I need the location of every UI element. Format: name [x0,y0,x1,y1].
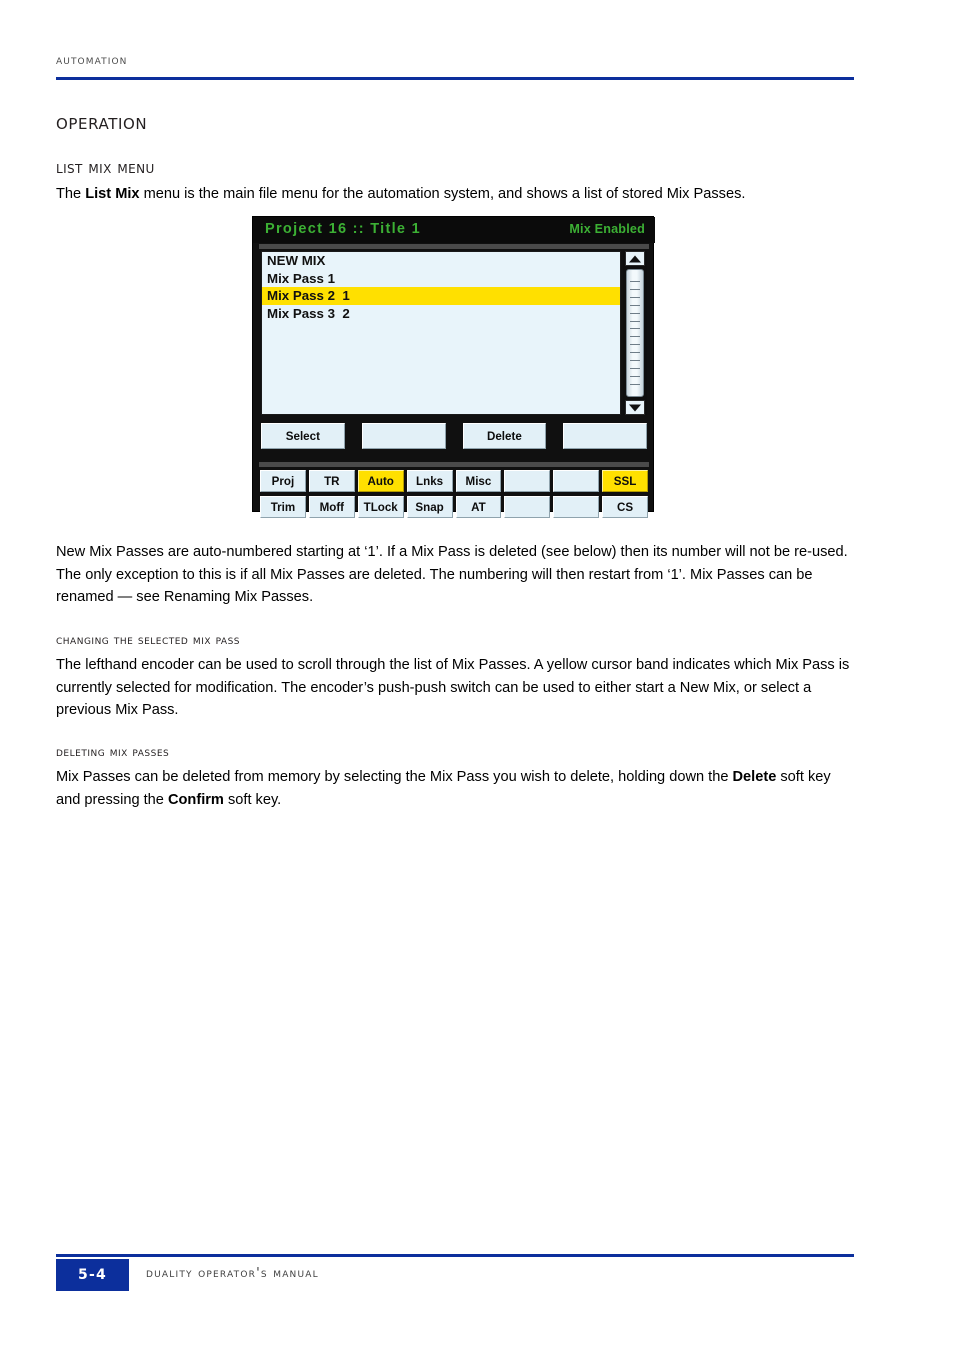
scrollbar-grip-tick [630,360,640,362]
function-key-proj[interactable]: Proj [260,470,306,492]
scrollbar-grip-tick [630,312,640,314]
mix-pass-list-item[interactable]: Mix Pass 3 2 [262,305,620,323]
list-scrollbar[interactable] [623,251,647,415]
scroll-up-arrow-icon[interactable] [625,251,645,266]
page-number: 5-4 [78,1267,107,1283]
console-screen-figure: Project 16 :: Title 1 Mix Enabled NEW MI… [252,216,655,518]
section-heading-list-mix-menu: List Mix Menu [56,158,155,177]
scrollbar-grip-tick [630,352,640,354]
paragraph-auto-numbering: New Mix Passes are auto-numbered startin… [56,544,848,606]
triangle-down-glyph [629,404,641,411]
scrollbar-grip-tick [630,336,640,338]
scrollbar-grip-tick [630,296,640,298]
function-key-ssl[interactable]: SSL [602,470,648,492]
running-head: Automation [56,52,128,67]
function-key-trim[interactable]: Trim [260,496,306,518]
header-rule [56,77,854,80]
scrollbar-grip-tick [630,383,640,385]
scrollbar-grip-tick [630,304,640,306]
intro-text-post: menu is the main file menu for the autom… [139,186,746,202]
subheading-changing-selected-mix-pass: Changing the selected Mix Pass [56,633,241,648]
function-key-auto[interactable]: Auto [357,470,404,492]
function-key-at[interactable]: AT [455,496,502,518]
soft-key-delete[interactable]: Delete [462,423,547,449]
soft-key-select[interactable]: Select [261,423,345,449]
scrollbar-grip-tick [630,328,640,330]
manual-page: Automation Operation List Mix Menu The L… [0,0,954,1350]
manual-title-footer: Duality Operator's Manual [146,1266,319,1281]
function-key-cs[interactable]: CS [602,496,648,518]
deleting-bold-delete: Delete [732,769,777,785]
deleting-text-pre: Mix Passes can be deleted from memory by… [56,769,733,785]
deleting-text-post: soft key. [223,791,282,808]
soft-key-4[interactable] [563,423,647,449]
softkey-separator [259,462,649,467]
function-key-moff[interactable]: Moff [308,496,355,518]
function-key-row1-6[interactable] [504,470,551,492]
mix-pass-list-item[interactable] [262,322,620,340]
scrollbar-grip-tick [630,375,640,377]
intro-text-bold: List Mix [85,186,140,202]
function-key-row2-6[interactable] [504,496,551,518]
paragraph-intro: The List Mix menu is the main file menu … [56,183,856,206]
deleting-bold-confirm: Confirm [167,791,224,808]
mix-pass-list-item[interactable] [262,392,620,410]
mix-pass-list-item[interactable] [262,340,620,358]
screen-title-bar: Project 16 :: Title 1 Mix Enabled [253,217,655,243]
scrollbar-grip-tick [630,280,640,282]
mix-pass-list[interactable]: NEW MIX Mix Pass 1 Mix Pass 2 1 Mix Pass 3 … [261,251,621,415]
page-number-box: 5-4 [56,1259,129,1291]
paragraph-deleting: Mix Passes can be deleted from memory by… [56,766,856,811]
function-key-snap[interactable]: Snap [406,496,453,518]
scrollbar-grip-tick [630,368,640,370]
mix-pass-list-item[interactable] [262,375,620,393]
scrollbar-thumb[interactable] [626,269,644,397]
mix-pass-list-item[interactable]: NEW MIX [262,252,620,270]
title-separator [259,244,649,249]
triangle-up-glyph [629,255,641,262]
scroll-down-arrow-icon[interactable] [625,400,645,415]
function-key-row1-7[interactable] [553,470,600,492]
soft-key-2[interactable] [361,423,446,449]
function-key-row-2: Trim Moff TLock Snap AT CS [260,496,648,518]
subheading-deleting-mix-passes: Deleting Mix Passes [56,745,170,760]
function-key-grid: Proj TR Auto Lnks Misc SSL Trim Moff TLock Snap A… [260,470,648,518]
function-key-row-1: Proj TR Auto Lnks Misc SSL [260,470,648,492]
scrollbar-grip-tick [630,288,640,290]
scrollbar-grip-tick [630,344,640,346]
mix-pass-list-item[interactable]: Mix Pass 2 1 [262,287,620,305]
mix-enabled-status: Mix Enabled [569,222,645,236]
mix-pass-list-item[interactable] [262,357,620,375]
function-key-lnks[interactable]: Lnks [406,470,453,492]
page-title: Operation [56,110,148,134]
function-key-row2-7[interactable] [553,496,600,518]
mix-pass-list-item[interactable]: Mix Pass 1 [262,270,620,288]
function-key-tlock[interactable]: TLock [357,496,404,518]
intro-text-pre: The [56,186,86,202]
footer-rule [56,1254,854,1257]
function-key-misc[interactable]: Misc [455,470,502,492]
function-key-tr[interactable]: TR [308,470,355,492]
project-title-label: Project 16 :: Title 1 [265,221,421,237]
soft-key-row: Select Delete [261,423,647,449]
paragraph-changing: The lefthand encoder can be used to scro… [56,657,850,719]
scrollbar-grip-tick [630,320,640,322]
